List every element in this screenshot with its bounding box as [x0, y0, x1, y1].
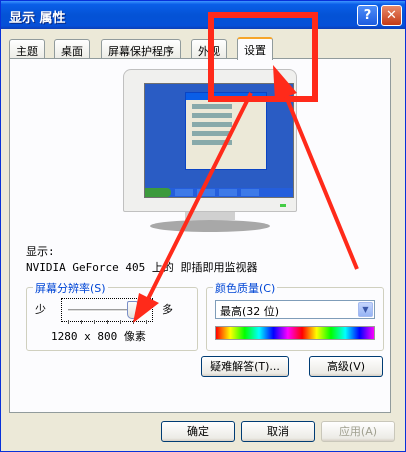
tab-theme[interactable]: 主题: [9, 39, 45, 59]
slider-thumb[interactable]: [127, 301, 138, 319]
color-quality-title: 颜色质量(C): [213, 280, 278, 296]
tab-settings[interactable]: 设置: [237, 37, 273, 60]
resolution-value: 1280 x 800 像素: [51, 330, 146, 343]
preview-window: [185, 92, 267, 170]
tab-desktop[interactable]: 桌面: [54, 39, 90, 59]
help-icon[interactable]: ?: [357, 5, 378, 26]
color-quality-group: 颜色质量(C) 最高(32 位) ▼: [206, 280, 384, 351]
display-label: 显示:: [26, 245, 55, 258]
chevron-down-icon[interactable]: ▼: [358, 302, 373, 317]
window-title: 显示 属性: [9, 11, 66, 26]
cancel-button[interactable]: 取消: [241, 421, 315, 442]
resolution-more-label: 多: [162, 303, 173, 316]
resolution-title: 屏幕分辨率(S): [33, 280, 108, 296]
troubleshoot-button[interactable]: 疑难解答(T)...: [201, 356, 289, 377]
resolution-slider[interactable]: [61, 298, 153, 324]
preview-taskbar: [145, 188, 293, 197]
color-quality-value: 最高(32 位): [220, 305, 280, 318]
resolution-less-label: 少: [35, 303, 46, 316]
tab-screensaver[interactable]: 屏幕保护程序: [101, 39, 181, 59]
title-bar[interactable]: 显示 属性 ? ✕: [1, 1, 405, 29]
monitor-base: [150, 220, 270, 232]
monitor-bezel: [123, 69, 297, 212]
monitor-screen: [144, 83, 294, 198]
display-device-name: NVIDIA GeForce 405 上的 即插即用监视器: [26, 261, 258, 274]
color-spectrum-bar: [215, 326, 375, 340]
monitor-neck: [185, 212, 235, 220]
display-properties-window: 显示 属性 ? ✕ 主题 桌面 屏幕保护程序 外观 设置 显示: NVIDIA …: [0, 0, 406, 452]
color-quality-select[interactable]: 最高(32 位) ▼: [215, 300, 375, 319]
tab-appearance[interactable]: 外观: [191, 39, 227, 59]
close-icon[interactable]: ✕: [381, 5, 402, 26]
monitor-preview: [115, 69, 305, 244]
apply-button[interactable]: 应用(A): [321, 421, 395, 442]
advanced-button[interactable]: 高级(V): [309, 356, 383, 377]
resolution-group: 屏幕分辨率(S) 少 多 1280 x 800 像素: [26, 280, 198, 351]
power-led: [280, 204, 286, 207]
ok-button[interactable]: 确定: [161, 421, 235, 442]
